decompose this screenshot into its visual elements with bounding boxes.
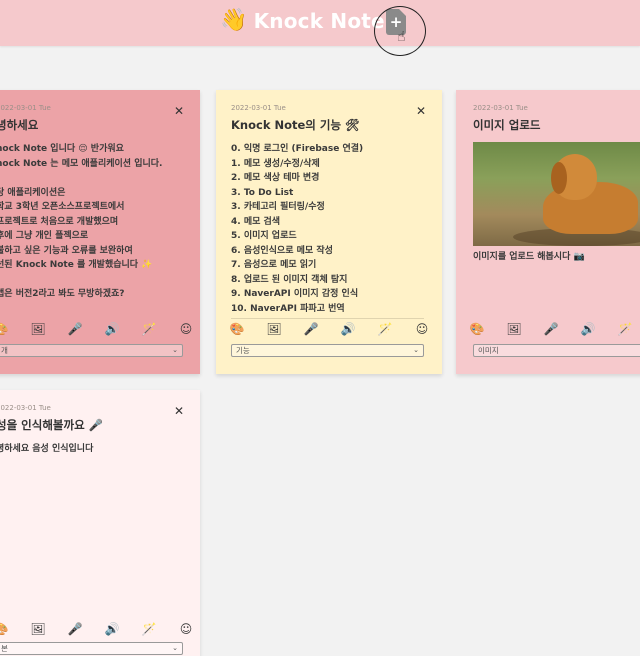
- note-body[interactable]: 녕하세요 음성 인식입니다: [0, 442, 93, 457]
- uploaded-dog-image: [473, 142, 640, 246]
- category-value: 기능: [236, 346, 250, 355]
- note-card[interactable]: 2022-03-01 Tue ✕ 녕하세요 nock Note 입니다 😌 반가…: [0, 90, 200, 374]
- note-divider: [231, 318, 424, 319]
- category-select[interactable]: 기능 ⌄: [231, 344, 424, 357]
- palette-icon[interactable]: 🎨: [0, 322, 12, 336]
- close-icon[interactable]: ✕: [416, 104, 426, 118]
- microphone-icon[interactable]: 🎤: [64, 622, 86, 636]
- note-body[interactable]: 이미지를 업로드 해봅시다 📷: [473, 250, 585, 265]
- note-body[interactable]: 0. 익명 로그인 (Firebase 연결) 1. 메모 생성/수정/삭제 2…: [231, 142, 363, 316]
- image-icon[interactable]: 🖼: [263, 322, 285, 336]
- note-body[interactable]: nock Note 입니다 😌 반가워요 nock Note 는 메모 애플리케…: [0, 142, 162, 302]
- speaker-icon[interactable]: 🔊: [101, 622, 123, 636]
- close-icon[interactable]: ✕: [174, 104, 184, 118]
- chevron-down-icon: ⌄: [413, 346, 419, 354]
- file-plus-icon: +: [389, 13, 403, 31]
- note-toolbar: 🎨 🖼 🎤 🔊 🪄: [466, 322, 636, 336]
- category-select[interactable]: 이미지: [473, 344, 640, 357]
- microphone-icon[interactable]: 🎤: [300, 322, 322, 336]
- microphone-icon[interactable]: 🎤: [64, 322, 86, 336]
- note-title[interactable]: 녕하세요: [0, 117, 38, 133]
- app-title: Knock Note: [253, 8, 385, 33]
- magic-wand-icon[interactable]: 🪄: [138, 622, 160, 636]
- magic-wand-icon[interactable]: 🪄: [614, 322, 636, 336]
- note-date: 2022-03-01 Tue: [473, 104, 528, 112]
- note-card[interactable]: 2022-03-01 Tue ✕ Knock Note의 기능 🛠 0. 익명 …: [216, 90, 442, 374]
- close-icon[interactable]: ✕: [174, 404, 184, 418]
- note-date: 2022-03-01 Tue: [0, 104, 51, 112]
- palette-icon[interactable]: 🎨: [0, 622, 12, 636]
- speaker-icon[interactable]: 🔊: [577, 322, 599, 336]
- speaker-icon[interactable]: 🔊: [337, 322, 359, 336]
- app-header: 👋 Knock Note + ☝: [0, 0, 640, 56]
- image-icon[interactable]: 🖼: [503, 322, 525, 336]
- image-icon[interactable]: 🖼: [27, 322, 49, 336]
- image-icon[interactable]: 🖼: [27, 622, 49, 636]
- palette-icon[interactable]: 🎨: [466, 322, 488, 336]
- note-toolbar: 🎨 🖼 🎤 🔊 🪄 ☺ 🈯: [0, 322, 200, 336]
- magic-wand-icon[interactable]: 🪄: [374, 322, 396, 336]
- note-title[interactable]: 성을 인식해볼까요 🎤: [0, 417, 103, 433]
- pointer-hand-icon: ☝: [397, 29, 406, 45]
- category-select[interactable]: 개 ⌄: [0, 344, 183, 357]
- waving-hand-icon: 👋: [220, 8, 248, 33]
- microphone-icon[interactable]: 🎤: [540, 322, 562, 336]
- category-value: 이미지: [478, 346, 499, 355]
- category-select[interactable]: 본 ⌄: [0, 642, 183, 655]
- note-date: 2022-03-01 Tue: [0, 404, 51, 412]
- note-card[interactable]: 2022-03-01 Tue 이미지 업로드 이미지를 업로드 해봅시다 📷 🎨…: [456, 90, 640, 374]
- magic-wand-icon[interactable]: 🪄: [138, 322, 160, 336]
- note-title[interactable]: 이미지 업로드: [473, 117, 540, 133]
- chevron-down-icon: ⌄: [172, 346, 178, 354]
- note-toolbar: 🎨 🖼 🎤 🔊 🪄 ☺ 🈯: [0, 622, 200, 636]
- app-logo[interactable]: 👋 Knock Note: [220, 8, 385, 33]
- palette-icon[interactable]: 🎨: [226, 322, 248, 336]
- smile-icon[interactable]: ☺: [175, 322, 197, 336]
- smile-icon[interactable]: ☺: [175, 622, 197, 636]
- smile-icon[interactable]: ☺: [411, 322, 433, 336]
- category-value: 본: [1, 644, 8, 653]
- category-value: 개: [1, 346, 8, 355]
- note-date: 2022-03-01 Tue: [231, 104, 286, 112]
- speaker-icon[interactable]: 🔊: [101, 322, 123, 336]
- chevron-down-icon: ⌄: [172, 644, 178, 652]
- note-toolbar: 🎨 🖼 🎤 🔊 🪄 ☺ 🈯: [226, 322, 442, 336]
- note-card[interactable]: 2022-03-01 Tue ✕ 성을 인식해볼까요 🎤 녕하세요 음성 인식입…: [0, 390, 200, 656]
- note-title[interactable]: Knock Note의 기능 🛠: [231, 117, 360, 133]
